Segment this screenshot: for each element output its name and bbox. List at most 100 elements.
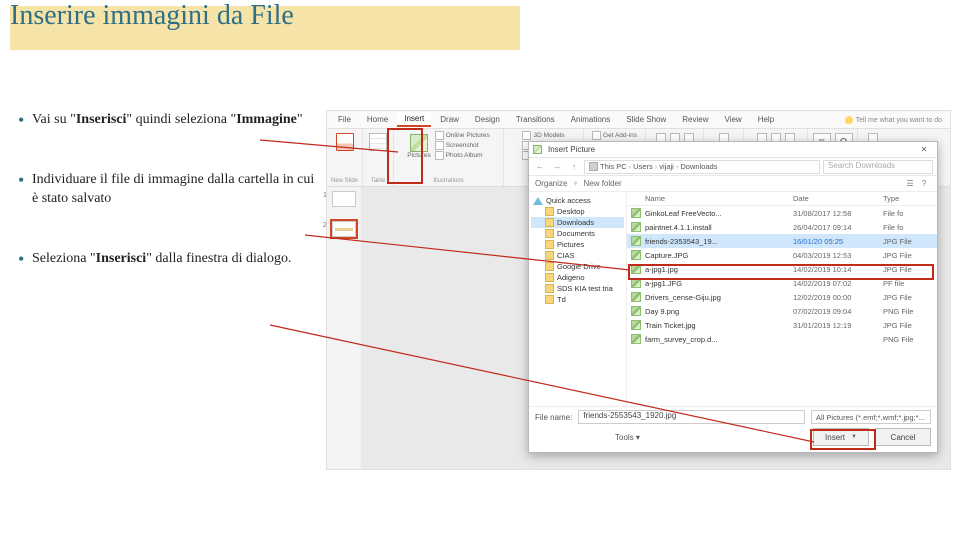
breadcrumb[interactable]: This PC› Users› vijaji› Downloads [584,160,820,174]
file-date: 31/01/2019 12:19 [793,321,883,330]
tab-help[interactable]: Help [751,113,781,126]
models3d-button[interactable]: 3D Models [522,131,564,140]
file-name: Train Ticket.jpg [645,321,793,330]
group-images: Pictures Online Pictures Screenshot Phot… [394,129,504,186]
col-name[interactable]: Name [627,194,793,203]
tab-insert[interactable]: Insert [397,112,431,127]
folder-icon [545,251,554,260]
bullet-1-bold-2: Immagine [236,112,297,127]
tree-desktop-label: Desktop [557,207,585,216]
bullet-3-text-a: Seleziona " [32,251,96,266]
bullet-3: Seleziona "Inserisci" dalla finestra di … [18,249,318,269]
view-icon[interactable]: ☰ [903,179,917,188]
tree-downloads-label: Downloads [557,218,594,227]
folder-icon [545,273,554,282]
file-date: 12/02/2019 00:00 [793,293,883,302]
file-name: Day 9.png [645,307,793,316]
tab-transitions[interactable]: Transitions [509,113,562,126]
file-row[interactable]: a-jpg1.jpg14/02/2019 10:14JPG File [627,262,937,276]
tree-pictures[interactable]: Pictures [531,239,624,250]
bullet-3-text-b: " dalla finestra di dialogo. [146,251,291,266]
nav-back-icon[interactable]: ← [533,162,547,171]
tree-desktop[interactable]: Desktop [531,206,624,217]
file-row[interactable]: Drivers_cense-Giju.jpg12/02/2019 00:00JP… [627,290,937,304]
tab-draw[interactable]: Draw [433,113,466,126]
tree-documents[interactable]: Documents [531,228,624,239]
file-type: PF file [883,279,937,288]
get-addins-button[interactable]: Get Add-ins [592,131,637,140]
filetype-filter[interactable]: All Pictures (*.emf;*.wmf;*.jpg;*... [811,410,931,424]
group-tables: Table [363,129,394,186]
tab-review[interactable]: Review [675,113,715,126]
bullet-1-text-b: " quindi seleziona " [126,112,236,127]
file-date: 16/01/20 05:25 [793,237,883,246]
bullet-3-bold: Inserisci [96,251,147,266]
tell-me-search[interactable]: Tell me what you want to do [837,114,950,126]
dialog-title-text: Insert Picture [548,145,595,154]
file-type: File fo [883,223,937,232]
file-row[interactable]: GinkoLeaf FreeVecto...31/08/2017 12:58Fi… [627,206,937,220]
group-slides: New Slide [327,129,363,186]
thumbnail-1[interactable]: 1 [332,191,356,207]
file-row[interactable]: Capture.JPG04/03/2019 12:53JPG File [627,248,937,262]
crumb-2: vijaji [659,162,674,171]
online-pictures-button[interactable]: Online Pictures [435,131,490,140]
tab-slideshow[interactable]: Slide Show [619,113,673,126]
tree-downloads[interactable]: Downloads [531,217,624,228]
slide-title-background: Inserire immagini da File [10,6,520,50]
nav-up-icon[interactable]: ↑ [567,162,581,171]
tools-dropdown[interactable]: Tools ▾ [615,433,640,442]
tab-file[interactable]: File [331,113,358,126]
tree-td[interactable]: Td [531,294,624,305]
crumb-3: Downloads [680,162,717,171]
dialog-toolbar: Organize ▾ New folder ☰ ? [529,176,937,192]
file-type: JPG File [883,251,937,260]
file-row[interactable]: Train Ticket.jpg31/01/2019 12:19JPG File [627,318,937,332]
file-icon [631,208,641,218]
tree-adigeno[interactable]: Adigeno [531,272,624,283]
tree-sds[interactable]: SDS KIA test tria [531,283,624,294]
tree-quick[interactable]: Quick access [531,195,624,206]
file-type: JPG File [883,321,937,330]
new-slide-icon[interactable] [336,133,354,151]
photo-album-button[interactable]: Photo Album [435,151,483,160]
tab-home[interactable]: Home [360,113,395,126]
dialog-search[interactable]: Search Downloads [823,160,933,174]
tree-googledrive-label: Google Drive [557,262,601,271]
file-row-selected[interactable]: friends-2353543_19...16/01/20 05:25JPG F… [627,234,937,248]
insert-button[interactable]: Insert▼ [813,428,869,446]
thumbnail-2[interactable]: 2 [332,221,356,237]
newfolder-button[interactable]: New folder [583,179,621,188]
help-icon[interactable]: ? [917,179,931,188]
dialog-icon [533,145,542,154]
bullet-1-bold-1: Inserisci [76,112,127,127]
pc-icon [589,162,598,171]
file-icon [631,306,641,316]
col-date[interactable]: Date [793,194,883,203]
dialog-close-button[interactable]: ✕ [915,145,933,154]
folder-icon [545,218,554,227]
tree-googledrive[interactable]: Google Drive [531,261,624,272]
tell-me-label: Tell me what you want to do [856,116,942,123]
list-header: Name Date Type [627,192,937,206]
lightbulb-icon [845,116,853,124]
table-icon[interactable] [369,133,387,151]
nav-forward-icon[interactable]: → [550,162,564,171]
tab-design[interactable]: Design [468,113,507,126]
pictures-icon[interactable] [410,134,428,152]
filename-input[interactable]: friends-2553543_1920.jpg [578,410,805,424]
file-name: a-jpg1.JFG [645,279,793,288]
tab-view[interactable]: View [718,113,749,126]
filter-text: All Pictures (*.emf;*.wmf;*.jpg;*... [816,413,925,422]
cancel-button[interactable]: Cancel [875,428,931,446]
screenshot-button[interactable]: Screenshot [435,141,479,150]
file-type: JPG File [883,237,937,246]
organize-button[interactable]: Organize [535,179,567,188]
col-type[interactable]: Type [883,194,937,203]
file-row[interactable]: a-jpg1.JFG14/02/2019 07:02PF file [627,276,937,290]
file-row[interactable]: paintnet.4.1.1.install26/04/2017 09:14Fi… [627,220,937,234]
file-row[interactable]: farm_survey_crop.d...PNG File [627,332,937,346]
file-row[interactable]: Day 9.png07/02/2019 09:04PNG File [627,304,937,318]
tree-cias[interactable]: CIAS [531,250,624,261]
tab-animations[interactable]: Animations [564,113,618,126]
